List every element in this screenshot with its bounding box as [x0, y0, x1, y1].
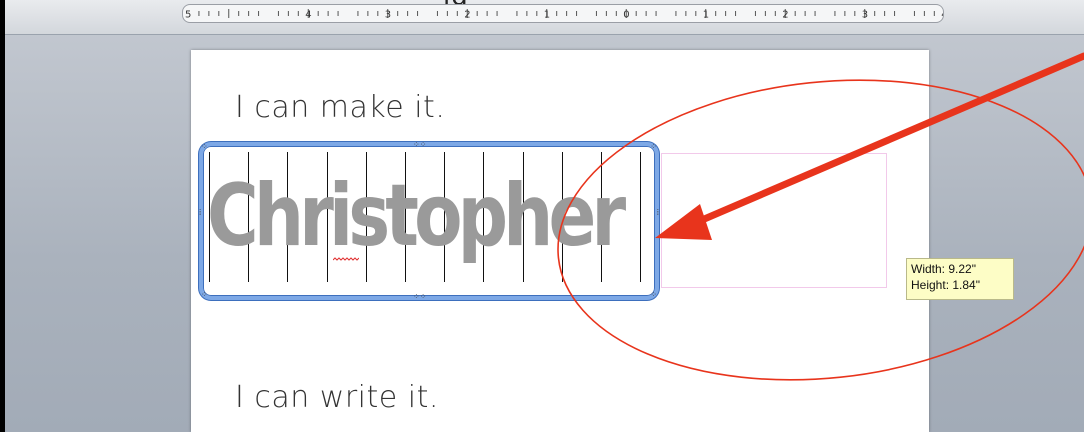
selected-table[interactable]: Christopher ⁘ ⁘⁘ ⁘ ⁞ ⁞ ⁘ ⁘⁘ ⁘ [199, 141, 659, 301]
ruler-label: 2 [464, 10, 470, 21]
resize-handle-top[interactable]: ⁘⁘ [413, 141, 426, 149]
horizontal-ruler[interactable]: 5 4 3 2 1 0 1 2 3 4 [182, 4, 944, 23]
tooltip-width: Width: 9.22" [911, 262, 976, 276]
ruler-label: 1 [703, 10, 709, 21]
document-page[interactable]: I can make it. Christopher ⁘ ⁘⁘ ⁘ ⁞ ⁞ ⁘ … [191, 50, 929, 432]
ruler-label: 1 [544, 10, 550, 21]
ruler-bar: ig 5432101234 [5, 0, 1084, 35]
table-word: Christopher [207, 166, 626, 266]
line-i-can-write-it: I can write it. [235, 380, 439, 415]
resize-handle-right[interactable]: ⁞ [657, 209, 659, 217]
ghost-text-box[interactable] [661, 153, 887, 288]
resize-handle-bottom-left[interactable]: ⁘ [201, 291, 208, 299]
line-i-can-make-it: I can make it. [235, 90, 446, 125]
resize-handle-bottom-right[interactable]: ⁘ [650, 291, 657, 299]
ruler-label: 4 [941, 10, 943, 21]
ruler-label: 3 [385, 10, 391, 21]
tooltip-height: Height: 1.84" [911, 278, 980, 292]
ruler-label: 2 [782, 10, 788, 21]
resize-handle-left[interactable]: ⁞ [199, 209, 201, 217]
resize-handle-top-left[interactable]: ⁘ [201, 143, 208, 151]
window-left-edge [0, 0, 5, 432]
spellcheck-squiggle [333, 257, 359, 261]
ruler-label: 3 [862, 10, 868, 21]
resize-handle-top-right[interactable]: ⁘ [650, 143, 657, 151]
ruler-ticks: 5 4 3 2 1 0 1 2 3 4 [185, 9, 943, 21]
ruler-label: 4 [305, 10, 311, 21]
ruler-label: 5 [185, 10, 191, 21]
size-tooltip: Width: 9.22" Height: 1.84" [906, 258, 1014, 300]
resize-handle-bottom[interactable]: ⁘⁘ [413, 293, 426, 301]
ruler-label: 0 [623, 10, 629, 21]
